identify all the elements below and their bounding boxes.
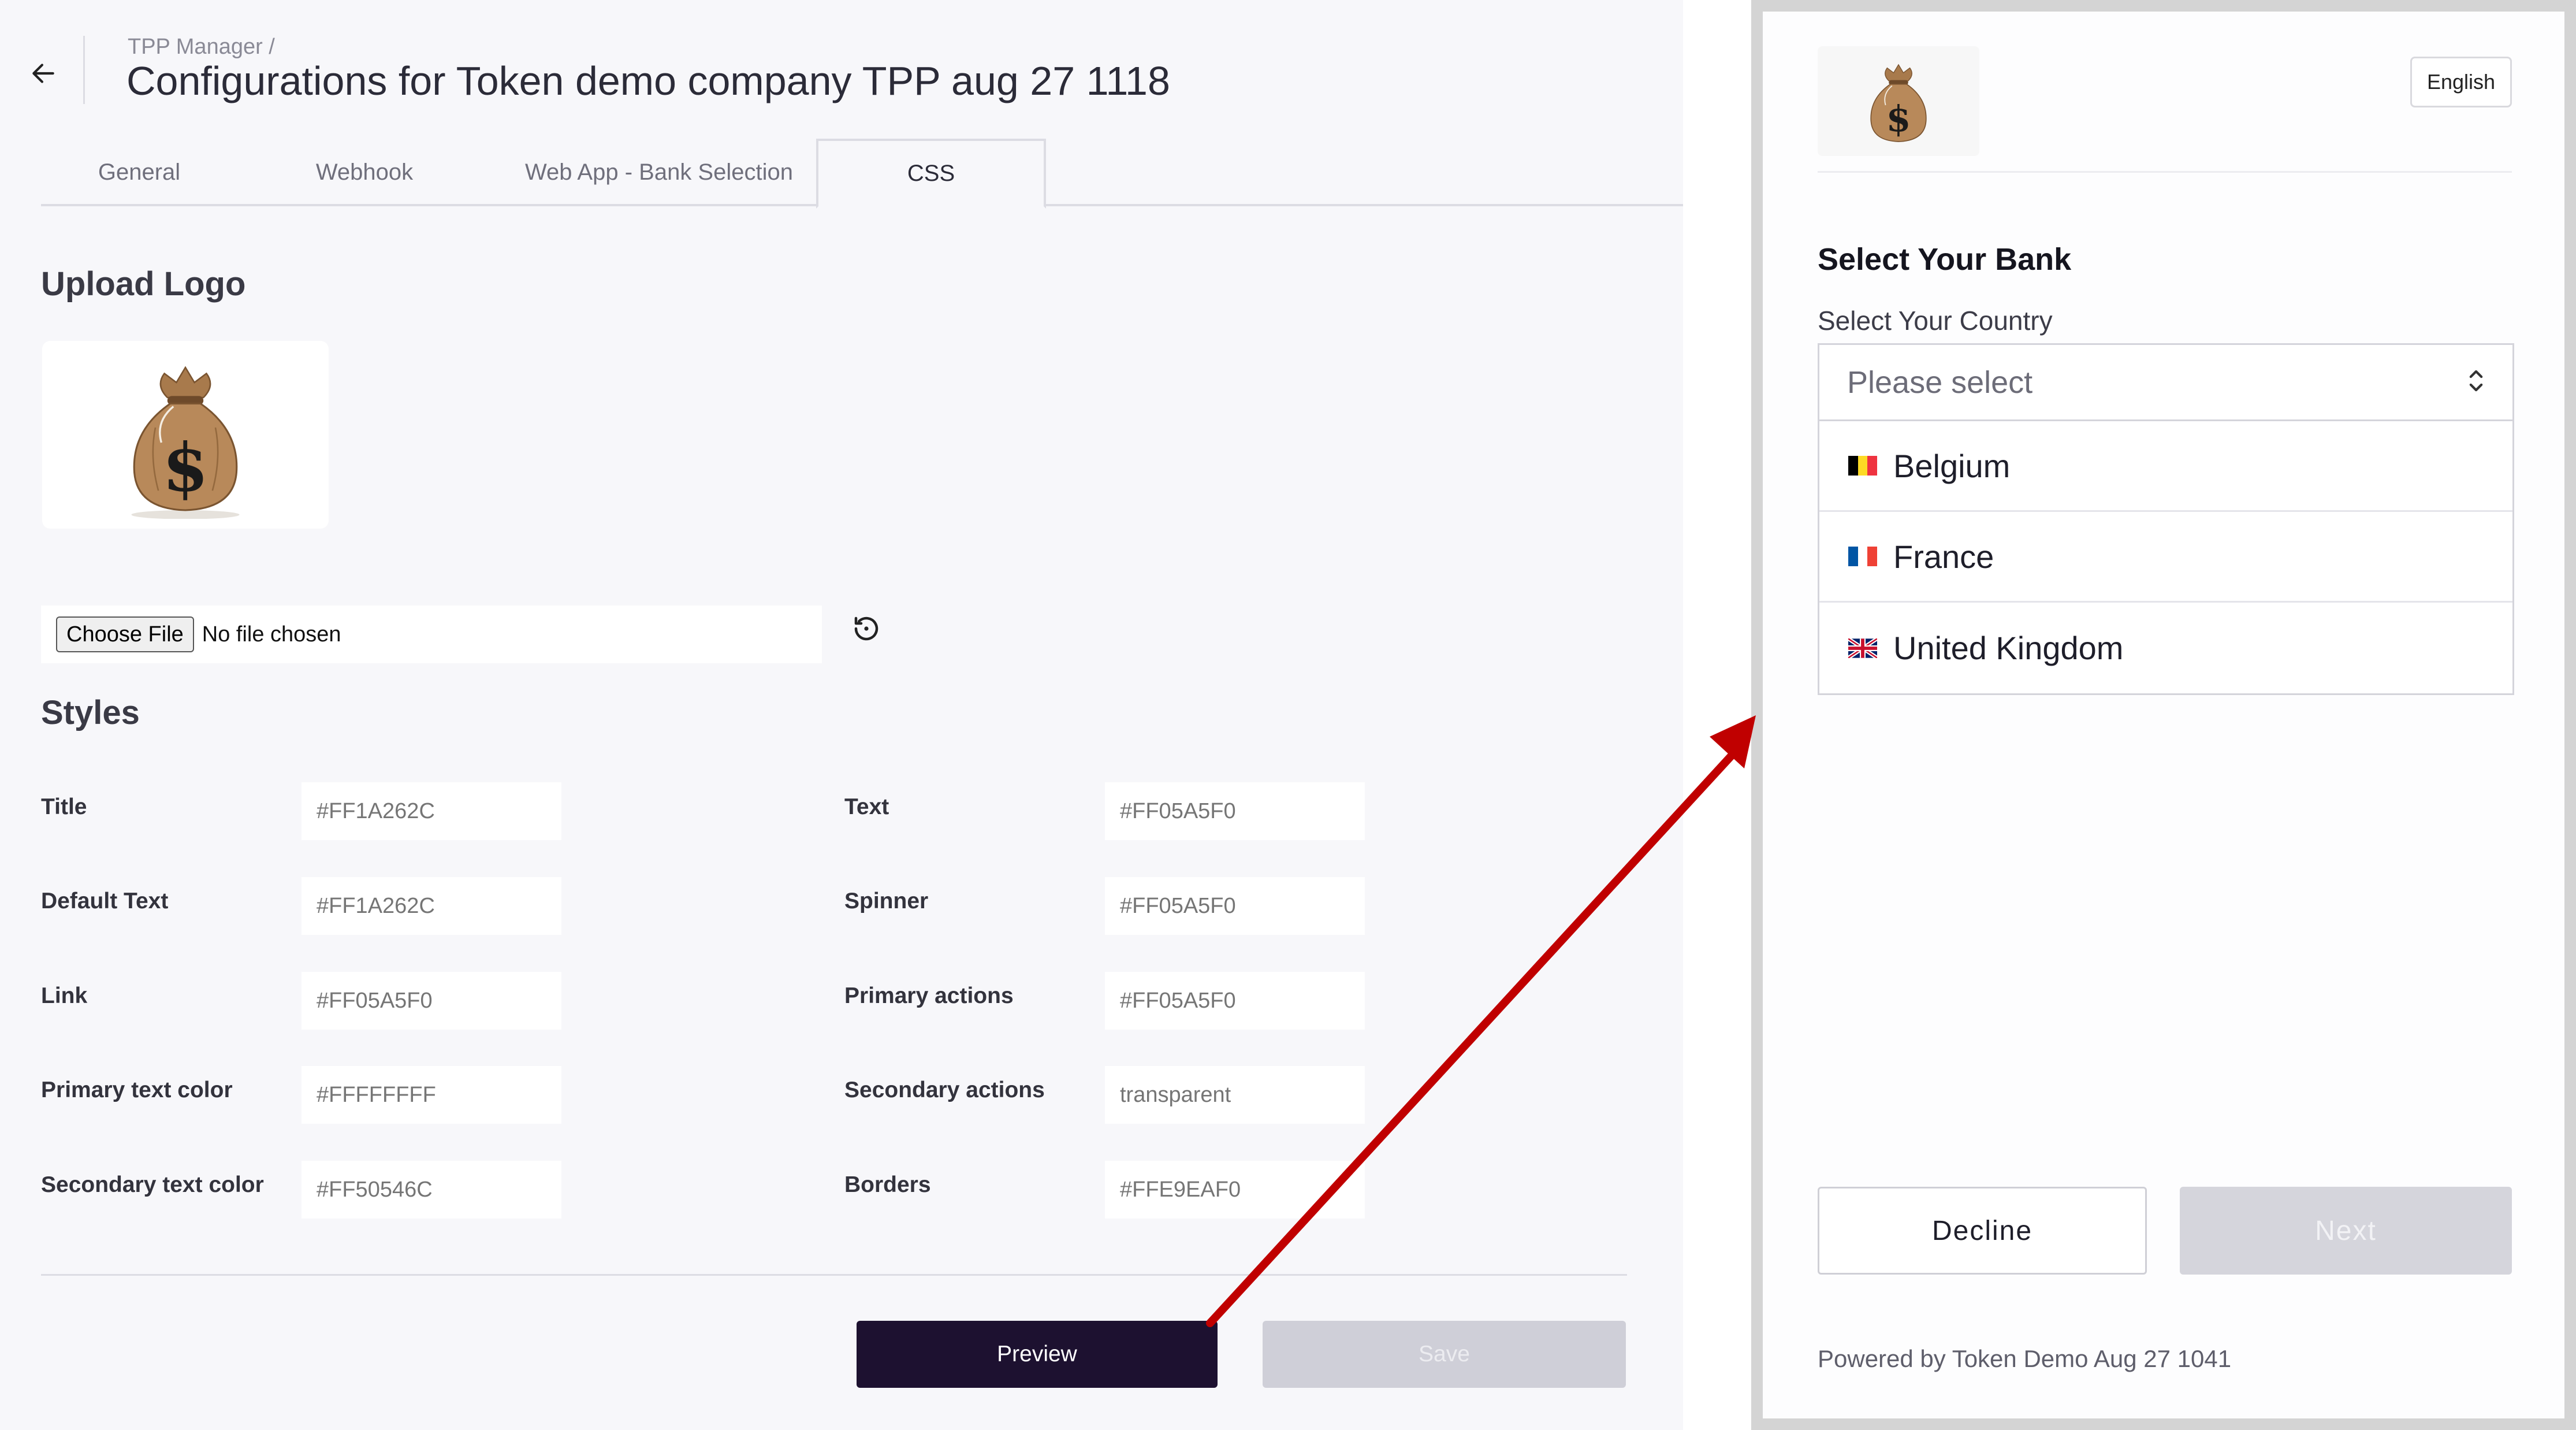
country-option-france[interactable]: France	[1819, 512, 2512, 603]
france-flag-icon	[1848, 547, 1878, 566]
powered-by-text: Powered by Token Demo Aug 27 1041	[1818, 1345, 2232, 1372]
upload-logo-heading: Upload Logo	[41, 265, 246, 303]
tab-web-app-bank-selection[interactable]: Web App - Bank Selection	[497, 139, 821, 206]
back-arrow-icon[interactable]	[23, 53, 64, 94]
bank-selection-preview-frame: $ English Select Your Bank Select Your C…	[1751, 0, 2576, 1430]
primary-actions-color-input[interactable]	[1105, 972, 1365, 1030]
breadcrumb[interactable]: TPP Manager /	[128, 35, 275, 60]
preview-header-divider	[1818, 171, 2512, 173]
tab-general[interactable]: General	[41, 139, 237, 206]
chevron-up-down-icon	[2467, 367, 2485, 397]
save-button[interactable]: Save	[1263, 1321, 1626, 1388]
style-label-primary-text-color: Primary text color	[41, 1078, 233, 1102]
country-options-list: Belgium France United Kingdom	[1818, 421, 2514, 695]
money-bag-icon: $	[1870, 64, 1927, 142]
form-divider	[41, 1274, 1627, 1276]
country-option-label: United Kingdom	[1893, 630, 2124, 666]
svg-text:$: $	[162, 429, 209, 506]
style-label-borders: Borders	[844, 1172, 931, 1197]
text-color-input[interactable]	[1105, 782, 1365, 840]
preview-logo: $	[1818, 46, 1979, 156]
secondary-actions-color-input[interactable]	[1105, 1066, 1365, 1124]
style-label-secondary-actions: Secondary actions	[844, 1078, 1045, 1102]
header-divider	[83, 36, 85, 104]
country-option-label: Belgium	[1893, 447, 2011, 484]
country-option-belgium[interactable]: Belgium	[1819, 421, 2512, 512]
choose-file-button[interactable]: Choose File	[56, 616, 194, 652]
tab-webhook[interactable]: Webhook	[272, 139, 457, 206]
spinner-color-input[interactable]	[1105, 877, 1365, 935]
style-label-text: Text	[844, 794, 889, 819]
title-color-input[interactable]	[301, 782, 561, 840]
arrow-head	[1710, 715, 1756, 768]
tab-bar: General Webhook Web App - Bank Selection…	[41, 139, 1683, 209]
style-label-title: Title	[41, 794, 87, 819]
preview-button[interactable]: Preview	[857, 1321, 1218, 1388]
select-country-label: Select Your Country	[1818, 306, 2053, 336]
svg-text:$: $	[1886, 98, 1911, 140]
country-option-label: France	[1893, 538, 1994, 575]
borders-color-input[interactable]	[1105, 1161, 1365, 1219]
logo-preview: $	[42, 341, 329, 529]
file-status: No file chosen	[202, 622, 341, 647]
decline-button[interactable]: Decline	[1818, 1187, 2147, 1275]
tab-css[interactable]: CSS	[816, 139, 1046, 209]
language-selector[interactable]: English	[2410, 57, 2512, 107]
money-bag-icon: $	[131, 365, 240, 519]
next-button[interactable]: Next	[2180, 1187, 2512, 1275]
styles-heading: Styles	[41, 694, 140, 731]
style-label-link: Link	[41, 983, 88, 1008]
uk-flag-icon	[1848, 638, 1877, 658]
country-select-placeholder: Please select	[1847, 365, 2033, 400]
style-label-secondary-text-color: Secondary text color	[41, 1172, 264, 1197]
config-panel: TPP Manager / Configurations for Token d…	[0, 0, 1683, 1430]
select-bank-title: Select Your Bank	[1818, 242, 2072, 277]
primary-text-color-input[interactable]	[301, 1066, 561, 1124]
style-label-default-text: Default Text	[41, 889, 169, 913]
page-title: Configurations for Token demo company TP…	[126, 58, 1170, 103]
country-select[interactable]: Please select	[1818, 343, 2514, 421]
reset-history-icon[interactable]	[849, 611, 884, 646]
file-upload-field[interactable]: Choose File No file chosen	[41, 606, 822, 663]
style-label-primary-actions: Primary actions	[844, 983, 1014, 1008]
belgium-flag-icon	[1848, 456, 1878, 476]
default-text-color-input[interactable]	[301, 877, 561, 935]
bank-selection-preview: $ English Select Your Bank Select Your C…	[1763, 12, 2564, 1418]
country-option-united-kingdom[interactable]: United Kingdom	[1819, 603, 2512, 693]
secondary-text-color-input[interactable]	[301, 1161, 561, 1219]
style-label-spinner: Spinner	[844, 889, 929, 913]
link-color-input[interactable]	[301, 972, 561, 1030]
